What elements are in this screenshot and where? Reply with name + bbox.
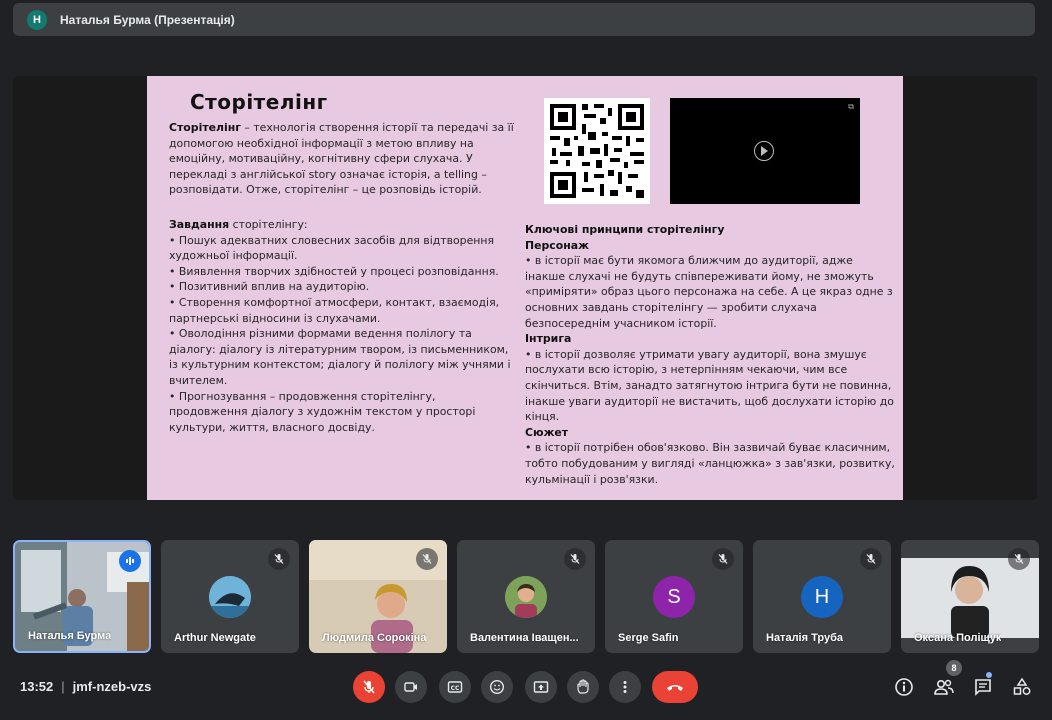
reactions-button[interactable] — [481, 671, 513, 703]
participant-tile[interactable]: Arthur Newgate — [161, 540, 299, 653]
qr-code — [544, 98, 650, 204]
more-vert-icon — [623, 681, 627, 693]
mic-off-icon — [1008, 548, 1030, 570]
participant-name: Наталья Бурма — [28, 630, 112, 642]
presenter-bar: Н Наталья Бурма (Презентація) — [13, 3, 1035, 36]
presentation-stage: Сторітелінг Сторітелінг – технологія ств… — [13, 76, 1037, 500]
present-button[interactable] — [525, 671, 557, 703]
mic-off-icon — [860, 548, 882, 570]
camera-icon — [404, 682, 417, 692]
participant-tile[interactable]: Н Наталія Труба — [753, 540, 891, 653]
slide: Сторітелінг Сторітелінг – технологія ств… — [147, 76, 903, 500]
meeting-code: jmf-nzeb-vzs — [72, 679, 152, 694]
avatar — [505, 576, 547, 618]
captions-icon: CC — [447, 681, 463, 693]
play-icon[interactable] — [754, 141, 774, 161]
activities-shapes-icon — [1013, 677, 1031, 695]
chat-button[interactable] — [971, 675, 995, 699]
slide-right-column: Ключові принципи сторітелінгу Персонаж •… — [525, 222, 895, 487]
presentation-title: Наталья Бурма (Презентація) — [60, 12, 235, 27]
more-options-button[interactable] — [609, 671, 641, 703]
clock-time: 13:52 — [20, 679, 54, 694]
participant-name: Наталія Труба — [766, 632, 843, 644]
task-item: • Створення комфортної атмосфери, контак… — [169, 295, 500, 325]
participant-tile[interactable]: Людмила Сорокіна — [309, 540, 447, 653]
task-item: • Виявлення творчих здібностей у процесі… — [169, 264, 499, 278]
end-call-button[interactable] — [652, 671, 698, 703]
chat-icon — [975, 679, 991, 696]
avatar — [209, 576, 251, 618]
participant-name: Валентина Іващен... — [470, 632, 579, 644]
tasks-bold: Завдання — [169, 217, 230, 231]
participant-name: Оксана Поліщук — [914, 632, 1002, 644]
activities-button[interactable] — [1010, 675, 1034, 699]
task-item: • Пошук адекватних словесних засобів для… — [169, 233, 495, 263]
meeting-details-button[interactable] — [892, 675, 916, 699]
participant-name: Людмила Сорокіна — [322, 632, 427, 644]
speaking-indicator-icon — [119, 550, 141, 572]
info-icon — [895, 678, 913, 696]
embedded-video[interactable]: ⧉ — [670, 98, 860, 204]
avatar: Н — [801, 576, 843, 618]
mic-toggle-button[interactable] — [353, 671, 385, 703]
mic-off-icon — [712, 548, 734, 570]
principle-text: • в історії має бути якомога ближчим до … — [525, 254, 893, 330]
participant-tile[interactable]: S Serge Safin — [605, 540, 743, 653]
svg-text:CC: CC — [451, 685, 460, 692]
hang-up-icon — [667, 685, 683, 691]
participants-count-badge: 8 — [946, 660, 962, 676]
intro-bold: Сторітелінг — [169, 121, 241, 134]
slide-left-column: Сторітелінг – технологія створення істор… — [169, 120, 514, 435]
captions-button[interactable]: CC — [439, 671, 471, 703]
avatar: S — [653, 576, 695, 618]
principle-text: • в історії дозволяє утримати увагу ауди… — [525, 347, 894, 424]
mic-off-icon — [416, 548, 438, 570]
present-screen-icon — [533, 681, 549, 693]
emoji-icon — [489, 679, 505, 695]
people-icon — [934, 679, 954, 695]
mic-off-icon — [564, 548, 586, 570]
tasks-text: сторітелінгу: — [229, 217, 308, 231]
task-item: • Позитивний вплив на аудиторію. — [169, 280, 370, 294]
camera-toggle-button[interactable] — [395, 671, 427, 703]
participant-name: Serge Safin — [618, 632, 679, 644]
tasks-heading: Завдання сторітелінгу: — [169, 217, 514, 233]
separator: | — [61, 679, 65, 694]
open-external-icon[interactable]: ⧉ — [848, 102, 854, 112]
task-item: • Прогнозування – продовження сторітелін… — [169, 389, 476, 434]
principle-head: Інтрига — [525, 332, 572, 346]
meeting-info: 13:52 | jmf-nzeb-vzs — [20, 679, 151, 694]
intro-paragraph: Сторітелінг – технологія створення істор… — [169, 120, 514, 198]
mic-off-icon — [363, 680, 375, 694]
people-button[interactable] — [932, 675, 956, 699]
principles-title: Ключові принципи сторітелінгу — [525, 223, 725, 236]
participant-tile[interactable]: Наталья Бурма — [13, 540, 151, 653]
participant-name: Arthur Newgate — [174, 632, 256, 644]
presenter-avatar: Н — [27, 9, 47, 30]
qr-code-icon — [544, 98, 650, 204]
participant-tile[interactable]: Оксана Поліщук — [901, 540, 1039, 653]
principle-text: • в історії потрібен обов'язково. Він за… — [525, 441, 895, 486]
task-item: • Оволодіння різними формами ведення пол… — [169, 327, 511, 387]
participant-tile[interactable]: Валентина Іващен... — [457, 540, 595, 653]
mic-off-icon — [268, 548, 290, 570]
slide-title: Сторітелінг — [190, 90, 328, 114]
raise-hand-button[interactable] — [567, 671, 599, 703]
hand-icon — [577, 679, 589, 694]
principle-head: Сюжет — [525, 425, 569, 439]
principle-head: Персонаж — [525, 238, 589, 252]
